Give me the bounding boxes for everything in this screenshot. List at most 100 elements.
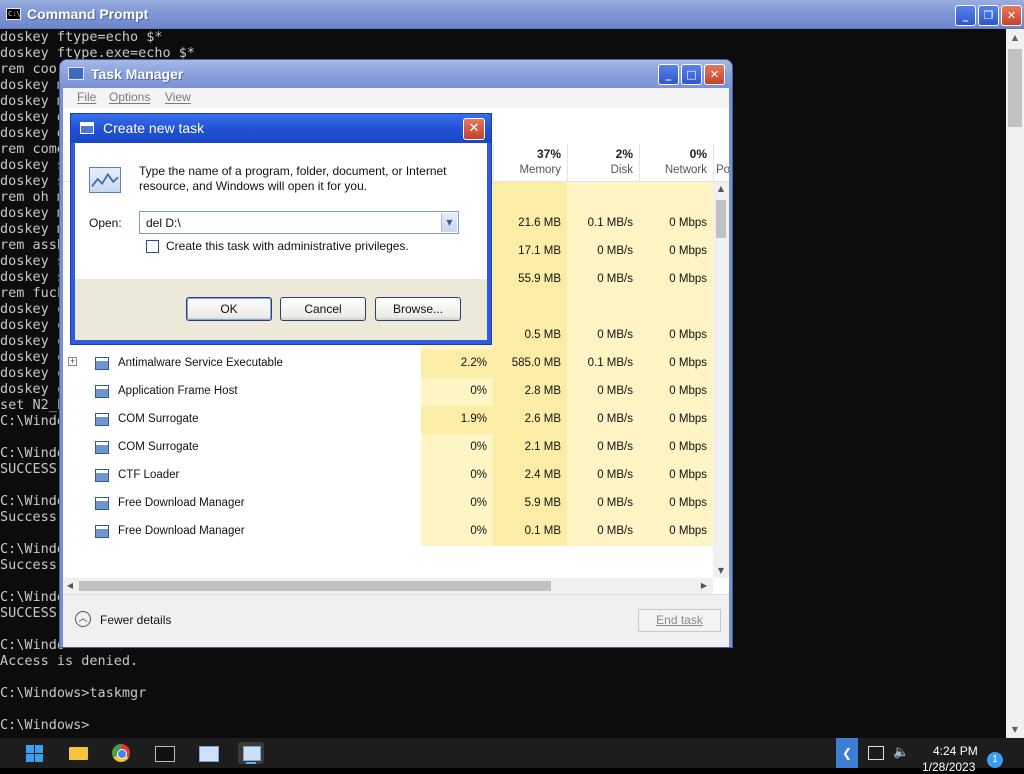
disk-cell: 0.1 MB/s xyxy=(567,210,639,238)
run-dialog-taskbar-icon[interactable] xyxy=(238,742,264,764)
memory-cell: 2.8 MB xyxy=(493,378,567,406)
column-network[interactable]: 0% Network xyxy=(639,144,713,182)
process-icon xyxy=(95,357,109,370)
network-cell: 0 Mbps xyxy=(639,378,713,406)
taskmgr-close-button[interactable]: ✕ xyxy=(704,64,725,85)
network-cell: 0 Mbps xyxy=(639,210,713,238)
taskmgr-titlebar[interactable]: Task Manager _ □ ✕ xyxy=(60,60,732,88)
disk-cell: 0 MB/s xyxy=(567,406,639,434)
process-name: COM Surrogate xyxy=(118,413,199,425)
network-cell: 0 Mbps xyxy=(639,490,713,518)
cmd-scroll-up-icon[interactable]: ▲ xyxy=(1006,29,1024,46)
clock-date[interactable]: 1/28/2023 xyxy=(922,760,975,774)
cpu-cell: 0% xyxy=(421,490,493,518)
memory-cell: 2.1 MB xyxy=(493,434,567,462)
chrome-icon[interactable] xyxy=(108,742,134,764)
vscroll-thumb[interactable] xyxy=(716,200,726,238)
cmd-close-button[interactable]: ✕ xyxy=(1001,5,1022,26)
windows-start-icon[interactable] xyxy=(22,742,48,764)
empty-cell xyxy=(639,182,713,210)
volume-icon[interactable]: 🔈 xyxy=(893,745,909,760)
cmd-scroll-thumb[interactable] xyxy=(1008,49,1022,127)
cmd-minimize-button[interactable]: _ xyxy=(955,5,976,26)
end-task-button[interactable]: End task xyxy=(638,609,721,632)
menu-options[interactable]: Options xyxy=(109,90,150,104)
browse-button[interactable]: Browse... xyxy=(375,297,461,321)
process-row[interactable]: CTF Loader 0% 2.4 MB 0 MB/s 0 Mbps xyxy=(63,462,713,490)
network-cell: 0 Mbps xyxy=(639,406,713,434)
menu-view[interactable]: View xyxy=(165,90,191,104)
process-row[interactable]: Free Download Manager 0% 0.1 MB 0 MB/s 0 Mbp… xyxy=(63,518,713,546)
tray-chevron-icon[interactable]: ❮ xyxy=(836,738,858,768)
cancel-button[interactable]: Cancel xyxy=(280,297,366,321)
cmd-scrollbar[interactable]: ▲ ▼ xyxy=(1006,29,1024,738)
hscroll-thumb[interactable] xyxy=(79,581,551,591)
process-row[interactable]: COM Surrogate 1.9% 2.6 MB 0 MB/s 0 Mbps xyxy=(63,406,713,434)
dialog-titlebar[interactable]: Create new task ✕ xyxy=(71,114,491,143)
cpu-cell: 0% xyxy=(421,434,493,462)
disk-cell: 0 MB/s xyxy=(567,518,639,546)
dialog-message: Type the name of a program, folder, docu… xyxy=(139,164,447,193)
open-combobox[interactable]: ▼ xyxy=(139,211,459,234)
vscroll-up-icon[interactable]: ▲ xyxy=(713,182,729,196)
chevron-up-icon[interactable]: ︿ xyxy=(75,611,91,627)
vscroll-down-icon[interactable]: ▼ xyxy=(713,564,729,578)
task-manager-taskbar-icon[interactable] xyxy=(195,742,221,764)
cmd-title: Command Prompt xyxy=(27,6,149,22)
command-prompt-taskbar-icon[interactable] xyxy=(151,742,177,764)
menu-file[interactable]: File xyxy=(77,90,96,104)
taskmgr-menubar: File Options View xyxy=(63,88,729,108)
process-hscrollbar[interactable]: ◀ ▶ xyxy=(63,578,713,594)
column-disk[interactable]: 2% Disk xyxy=(567,144,639,182)
memory-cell: 17.1 MB xyxy=(493,238,567,266)
network-icon[interactable] xyxy=(868,746,884,760)
run-program-icon xyxy=(89,167,121,193)
column-power[interactable]: Po xyxy=(713,144,729,182)
cmd-scroll-down-icon[interactable]: ▼ xyxy=(1006,721,1024,738)
process-name: COM Surrogate xyxy=(118,441,199,453)
network-cell: 0 Mbps xyxy=(639,266,713,294)
process-name: Free Download Manager xyxy=(118,525,245,537)
process-row[interactable]: + Antimalware Service Executable 2.2% 585.0… xyxy=(63,350,713,378)
fewer-details-link[interactable]: Fewer details xyxy=(100,613,171,627)
create-new-task-dialog[interactable]: Create new task ✕ Type the name of a pro… xyxy=(71,114,491,344)
file-explorer-icon[interactable] xyxy=(66,742,92,764)
notification-badge[interactable]: 1 xyxy=(987,752,1003,768)
clock-time[interactable]: 4:24 PM xyxy=(933,744,978,758)
process-icon xyxy=(95,413,109,426)
open-input[interactable] xyxy=(140,212,440,233)
process-row[interactable]: Application Frame Host 0% 2.8 MB 0 MB/s 0 Mb… xyxy=(63,378,713,406)
process-row[interactable]: Free Download Manager 0% 5.9 MB 0 MB/s 0 Mbp… xyxy=(63,490,713,518)
process-icon xyxy=(95,385,109,398)
memory-cell: 21.6 MB xyxy=(493,210,567,238)
empty-cell xyxy=(493,182,567,210)
taskmgr-maximize-button[interactable]: □ xyxy=(681,64,702,85)
disk-percent: 2% xyxy=(615,147,633,161)
process-vscrollbar[interactable]: ▲ ▼ xyxy=(713,182,729,578)
memory-cell: 55.9 MB xyxy=(493,266,567,294)
empty-cell xyxy=(493,294,567,322)
cmd-titlebar[interactable]: C:\ Command Prompt _ ❐ ✕ xyxy=(0,0,1024,29)
admin-privileges-checkbox[interactable] xyxy=(146,240,159,253)
memory-label: Memory xyxy=(519,164,561,176)
column-memory[interactable]: 37% Memory xyxy=(493,144,567,182)
memory-cell: 0.5 MB xyxy=(493,322,567,350)
admin-privileges-label[interactable]: Create this task with administrative pri… xyxy=(166,239,409,253)
expand-icon[interactable]: + xyxy=(68,357,77,366)
dialog-close-button[interactable]: ✕ xyxy=(463,118,485,140)
memory-cell: 0.1 MB xyxy=(493,518,567,546)
ok-button[interactable]: OK xyxy=(186,297,272,321)
hscroll-right-icon[interactable]: ▶ xyxy=(697,578,711,594)
chevron-down-icon[interactable]: ▼ xyxy=(441,213,457,232)
cmd-maximize-button[interactable]: ❐ xyxy=(978,5,999,26)
dialog-title: Create new task xyxy=(103,120,205,136)
power-label: Po xyxy=(716,164,729,176)
taskmgr-minimize-button[interactable]: _ xyxy=(658,64,679,85)
dialog-button-bar: OK Cancel Browse... xyxy=(75,279,487,340)
network-percent: 0% xyxy=(689,147,707,161)
process-row[interactable]: COM Surrogate 0% 2.1 MB 0 MB/s 0 Mbps xyxy=(63,434,713,462)
process-icon xyxy=(95,441,109,454)
process-name: Application Frame Host xyxy=(118,385,238,397)
hscroll-left-icon[interactable]: ◀ xyxy=(63,578,77,594)
dialog-app-icon xyxy=(80,122,94,134)
